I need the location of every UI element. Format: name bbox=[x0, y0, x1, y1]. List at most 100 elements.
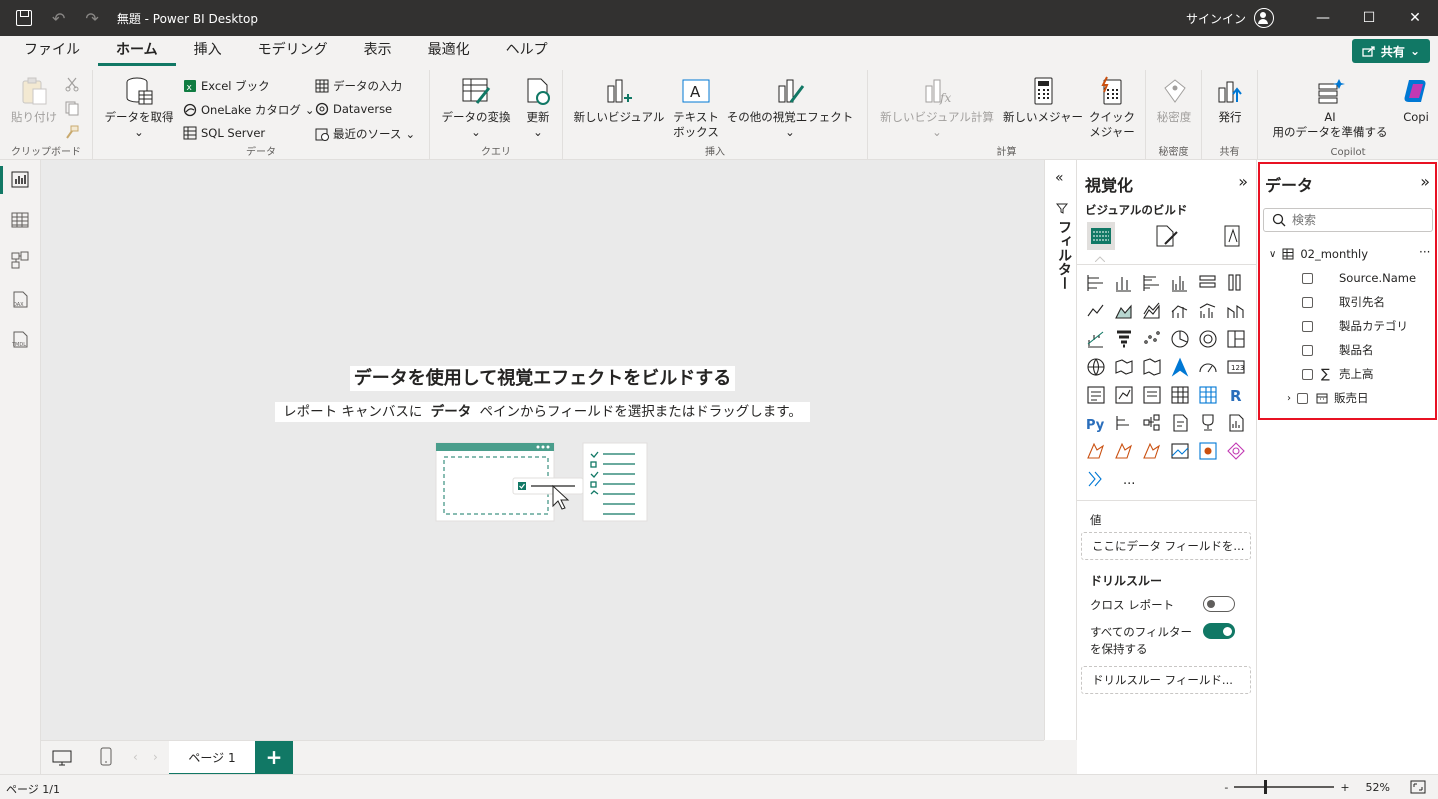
model-view-icon[interactable] bbox=[10, 250, 30, 270]
textbox-icon: A bbox=[682, 79, 710, 103]
kpi-icon bbox=[1115, 386, 1133, 404]
analytics-icon[interactable] bbox=[1219, 222, 1247, 250]
fit-to-page-icon[interactable] bbox=[1410, 780, 1426, 794]
card-icon: 123 bbox=[1227, 360, 1245, 374]
build-visual-icon[interactable] bbox=[1087, 222, 1115, 250]
arcgis-map-icon bbox=[1199, 442, 1217, 460]
scroll-right-icon[interactable]: › bbox=[153, 750, 158, 764]
calculations-group-label: 計算 bbox=[996, 147, 1017, 158]
tab-home[interactable]: ホーム bbox=[98, 36, 176, 66]
sensitivity-button[interactable]: 秘密度 bbox=[1150, 76, 1198, 125]
new-visual-calc-label: 新しいビジュアル計算 bbox=[880, 110, 994, 124]
build-visual-label: ビジュアルのビルド bbox=[1085, 203, 1188, 217]
field-checkbox[interactable] bbox=[1302, 272, 1313, 284]
cross-report-toggle[interactable] bbox=[1203, 596, 1235, 612]
tab-modeling[interactable]: モデリング bbox=[240, 36, 346, 66]
onelake-icon bbox=[183, 103, 197, 117]
drillthrough-drop-zone[interactable]: ドリルスルー フィールド... bbox=[1081, 666, 1251, 694]
tab-view[interactable]: 表示 bbox=[346, 36, 410, 66]
onelake-button[interactable]: OneLake カタログ ⌄ bbox=[183, 102, 315, 118]
dataverse-button[interactable]: Dataverse bbox=[315, 102, 392, 116]
sql-server-button[interactable]: SQL Server bbox=[183, 126, 265, 140]
cut-icon[interactable] bbox=[64, 76, 80, 92]
transform-data-button[interactable]: データの変換 ⌄ bbox=[438, 76, 514, 140]
quick-measure-button[interactable]: クイック メジャー bbox=[1086, 76, 1138, 140]
field-checkbox[interactable] bbox=[1302, 344, 1313, 356]
tab-insert[interactable]: 挿入 bbox=[176, 36, 240, 66]
data-search[interactable] bbox=[1263, 208, 1433, 232]
undo-icon[interactable]: ↶ bbox=[52, 9, 65, 28]
desktop-layout-icon[interactable] bbox=[51, 749, 73, 767]
field-row[interactable]: ∑ 売上高 bbox=[1302, 362, 1374, 386]
page-tab-1[interactable]: ページ 1 bbox=[169, 741, 255, 775]
get-data-button[interactable]: データを取得 ⌄ bbox=[101, 76, 177, 140]
onelake-label: OneLake カタログ bbox=[201, 103, 301, 117]
more-visuals-ellipsis[interactable]: ... bbox=[1123, 473, 1135, 488]
ai-prepare-button[interactable]: AI 用のデータを準備する bbox=[1264, 76, 1396, 140]
tab-file[interactable]: ファイル bbox=[0, 36, 98, 66]
new-measure-button[interactable]: 新しいメジャー bbox=[1000, 76, 1086, 125]
custom-visual-icon bbox=[1227, 442, 1245, 460]
tab-optimize[interactable]: 最適化 bbox=[410, 36, 488, 66]
quick-measure-icon bbox=[1101, 76, 1122, 105]
close-button[interactable]: ✕ bbox=[1392, 0, 1438, 36]
recent-sources-button[interactable]: 最近のソース ⌄ bbox=[315, 126, 415, 142]
chevron-down-icon[interactable]: ∨ bbox=[1269, 249, 1276, 260]
add-page-button[interactable]: + bbox=[255, 741, 293, 775]
new-visual-calc-button[interactable]: fx 新しいビジュアル計算 ⌄ bbox=[874, 76, 1000, 140]
excel-button[interactable]: x Excel ブック bbox=[183, 78, 270, 94]
scroll-left-icon[interactable]: ‹ bbox=[133, 750, 138, 764]
tmdl-view-icon[interactable]: TMDL bbox=[10, 330, 30, 350]
paste-button[interactable]: 貼り付け bbox=[8, 76, 60, 125]
zoom-thumb[interactable] bbox=[1264, 780, 1268, 794]
new-visual-button[interactable]: 新しいビジュアル bbox=[571, 76, 667, 125]
zoom-in-button[interactable]: + bbox=[1340, 781, 1349, 794]
expand-filters-icon[interactable]: « bbox=[1055, 170, 1064, 186]
chevron-right-icon[interactable]: › bbox=[1287, 393, 1291, 404]
report-view-icon[interactable] bbox=[10, 170, 30, 190]
save-icon[interactable] bbox=[16, 10, 32, 26]
quick-measure-label-1: クイック bbox=[1089, 110, 1135, 124]
textbox-button[interactable]: A テキスト ボックス bbox=[669, 76, 723, 140]
values-well-label: 値 bbox=[1090, 513, 1102, 527]
signin-link[interactable]: サインイン bbox=[1186, 10, 1246, 27]
tab-help[interactable]: ヘルプ bbox=[488, 36, 566, 66]
copy-icon[interactable] bbox=[64, 100, 80, 116]
minimize-button[interactable]: — bbox=[1300, 0, 1346, 36]
field-row[interactable]: 取引先名 bbox=[1302, 290, 1385, 314]
table-row-02-monthly[interactable]: ∨ 02_monthly bbox=[1269, 242, 1368, 266]
values-drop-zone[interactable]: ここにデータ フィールドを... bbox=[1081, 532, 1251, 560]
copilot-button[interactable]: Copi bbox=[1394, 76, 1438, 125]
dax-query-icon[interactable]: DAX bbox=[10, 290, 30, 310]
field-checkbox[interactable] bbox=[1302, 368, 1313, 380]
zoom-out-button[interactable]: - bbox=[1224, 781, 1228, 794]
filters-pane-collapsed[interactable]: « フィルター bbox=[1044, 160, 1077, 740]
field-checkbox[interactable] bbox=[1302, 320, 1313, 332]
field-row[interactable]: 製品カテゴリ bbox=[1302, 314, 1408, 338]
field-checkbox[interactable] bbox=[1302, 296, 1313, 308]
refresh-button[interactable]: 更新 ⌄ bbox=[518, 76, 558, 140]
redo-icon[interactable]: ↷ bbox=[85, 9, 98, 28]
more-visuals-button[interactable]: その他の視覚エフェクト ⌄ bbox=[723, 76, 857, 140]
table-view-icon[interactable] bbox=[10, 210, 30, 230]
collapse-data-icon[interactable]: » bbox=[1420, 172, 1430, 191]
maximize-button[interactable]: ☐ bbox=[1346, 0, 1392, 36]
report-canvas[interactable]: データを使用して視覚エフェクトをビルドする レポート キャンバスに データ ペイ… bbox=[41, 160, 1044, 740]
format-painter-icon[interactable] bbox=[64, 124, 80, 140]
zoom-slider[interactable] bbox=[1234, 780, 1335, 794]
field-checkbox[interactable] bbox=[1297, 392, 1308, 404]
format-visual-icon[interactable] bbox=[1151, 222, 1179, 250]
keep-filters-toggle[interactable] bbox=[1203, 623, 1235, 639]
field-row[interactable]: Source.Name bbox=[1302, 266, 1416, 290]
chevron-down-icon: ⌄ bbox=[785, 125, 795, 139]
share-button[interactable]: 共有 ⌄ bbox=[1351, 39, 1430, 63]
table-more-options-icon[interactable]: ··· bbox=[1419, 245, 1430, 259]
avatar-icon[interactable] bbox=[1254, 8, 1274, 28]
publish-button[interactable]: 発行 bbox=[1206, 76, 1254, 125]
field-row[interactable]: 製品名 bbox=[1302, 338, 1374, 362]
enter-data-button[interactable]: データの入力 bbox=[315, 78, 402, 94]
collapse-viz-icon[interactable]: » bbox=[1238, 172, 1248, 191]
mobile-layout-icon[interactable] bbox=[99, 747, 113, 767]
search-input[interactable] bbox=[1292, 213, 1422, 227]
field-row[interactable]: › 販売日 bbox=[1287, 386, 1369, 410]
